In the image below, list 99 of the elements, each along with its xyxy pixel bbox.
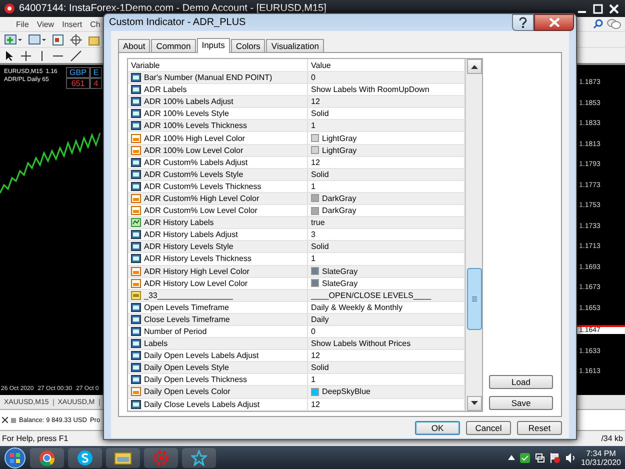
dialog-tab[interactable]: About (118, 39, 150, 52)
color-type-icon (131, 134, 141, 143)
trendline-icon[interactable] (70, 50, 82, 62)
scroll-thumb[interactable] (466, 268, 482, 330)
variable-cell: Open Levels Timeframe (128, 302, 308, 313)
variable-cell: Labels (128, 338, 308, 350)
variable-cell: Daily Close Levels Labels Adjust (128, 398, 308, 410)
dialog-tab[interactable]: Inputs (196, 38, 230, 53)
variable-cell: Close Levels Timeframe (128, 314, 308, 325)
dialog-title: Custom Indicator - ADR_PLUS (109, 17, 246, 28)
dialog-button[interactable]: Reset (517, 420, 562, 435)
variable-cell: Daily Open Levels Style (128, 362, 308, 374)
bullet-icon (11, 418, 16, 422)
window-title: 64007144: InstaForex-1Demo.com - Demo Account - [EURUSD,M15] (19, 3, 326, 14)
currency-value: 651 (66, 78, 90, 89)
taskbar-clock[interactable]: 7:34 PM 10/31/2020 (580, 448, 621, 466)
variable-cell: ADR Custom% High Level Color (128, 192, 308, 204)
variable-cell: ADR Custom% Levels Style (128, 168, 308, 180)
chart-window-icon[interactable] (52, 34, 64, 46)
variable-cell: ADR History Levels Thickness (128, 253, 308, 264)
menu-item[interactable]: Insert (62, 20, 82, 28)
variable-cell: Daily Open Levels Color (128, 386, 308, 398)
side-button[interactable]: Load (489, 374, 553, 389)
browser-icon[interactable] (39, 450, 55, 466)
folder-icon[interactable] (114, 450, 132, 464)
app-logo-icon (4, 3, 15, 14)
variable-cell: ADR Labels (128, 84, 308, 96)
variable-cell: ADR History Labels (128, 217, 308, 228)
menu-item[interactable]: View (36, 20, 54, 28)
dialog-tab[interactable]: Colors (230, 39, 266, 52)
search-icon[interactable] (593, 19, 603, 29)
column-header[interactable]: Variable (128, 59, 308, 71)
crosshair-icon[interactable] (70, 34, 82, 46)
variable-cell: ADR History Levels Style (128, 241, 308, 252)
dialog-tab[interactable]: Common (151, 39, 196, 52)
variable-cell: ADR History Labels Adjust (128, 229, 308, 240)
cursor-icon[interactable] (4, 50, 14, 62)
start-orb-icon[interactable] (4, 446, 26, 468)
currency-label: E (90, 67, 102, 78)
star-app-taskbar-button[interactable] (182, 448, 216, 468)
close-icon[interactable] (2, 417, 8, 423)
color-type-icon (131, 387, 141, 396)
new-chart-icon[interactable] (4, 34, 22, 46)
shield-icon[interactable] (520, 452, 530, 462)
variable-cell: _33_________________ (128, 290, 308, 301)
menu-item[interactable]: Ch (90, 20, 100, 28)
flag-icon[interactable] (550, 452, 560, 462)
currency-label: GBP (66, 67, 90, 78)
variable-cell: ADR 100% Low Level Color (128, 144, 308, 156)
show-hidden-icon[interactable] (508, 455, 515, 460)
boolean-type-icon (131, 218, 141, 228)
help-icon[interactable] (519, 17, 527, 28)
help-button[interactable] (512, 14, 534, 31)
profiles-icon[interactable] (28, 34, 46, 46)
close-button[interactable] (534, 14, 574, 31)
color-type-icon (131, 146, 141, 155)
variable-cell: ADR Custom% Low Level Color (128, 205, 308, 216)
dialog-button[interactable]: Cancel (466, 420, 511, 435)
traffic-text: /34 kb (601, 434, 623, 443)
dialog-tab[interactable]: Visualization (266, 39, 324, 52)
network-icon[interactable] (534, 452, 545, 462)
chat-app-taskbar-button[interactable] (68, 448, 102, 468)
dialog-button[interactable]: OK (415, 420, 460, 435)
scrollbar[interactable] (465, 59, 482, 411)
currency-value: 4 (90, 78, 102, 89)
variable-cell: ADR History Low Level Color (128, 278, 308, 289)
browser-taskbar-button[interactable] (30, 448, 64, 468)
color-type-icon (131, 278, 141, 288)
color-type-icon (131, 266, 141, 276)
variable-cell: Number of Period (128, 326, 308, 338)
folder-taskbar-button[interactable] (106, 448, 140, 468)
down-arrow-icon[interactable] (470, 401, 478, 406)
variable-cell: ADR Custom% Levels Thickness (128, 180, 308, 192)
scroll-up-button[interactable] (466, 59, 482, 74)
variable-cell: ADR 100% High Level Color (128, 132, 308, 144)
color-type-icon (131, 194, 141, 203)
speaker-icon[interactable] (564, 452, 576, 462)
up-arrow-icon[interactable] (470, 64, 478, 68)
variable-cell: ADR 100% Labels Adjust (128, 96, 308, 108)
variable-cell: ADR History High Level Color (128, 266, 308, 277)
variable-cell: Daily Open Levels Thickness (128, 374, 308, 386)
variable-cell: ADR 100% Levels Style (128, 108, 308, 120)
close-icon[interactable] (607, 2, 621, 14)
chat-icon[interactable] (607, 19, 621, 29)
variable-cell: Bar's Number (Manual END POINT) (128, 72, 308, 84)
variable-cell: ADR 100% Levels Thickness (128, 120, 308, 132)
menu-item[interactable]: File (16, 20, 29, 28)
text-type-icon (131, 290, 141, 300)
star-icon[interactable] (191, 450, 207, 466)
status-help-text: For Help, press F1 (2, 434, 68, 443)
color-type-icon (131, 206, 141, 216)
number-type-icon (131, 400, 141, 409)
scroll-down-button[interactable] (466, 396, 482, 411)
side-button[interactable]: Save (489, 396, 553, 410)
crosshair-icon[interactable] (20, 50, 32, 62)
variable-cell: ADR Custom% Labels Adjust (128, 156, 308, 168)
maximize-icon[interactable] (591, 2, 605, 14)
variable-cell: Daily Open Levels Labels Adjust (128, 350, 308, 362)
chat-app-icon[interactable] (77, 450, 93, 466)
